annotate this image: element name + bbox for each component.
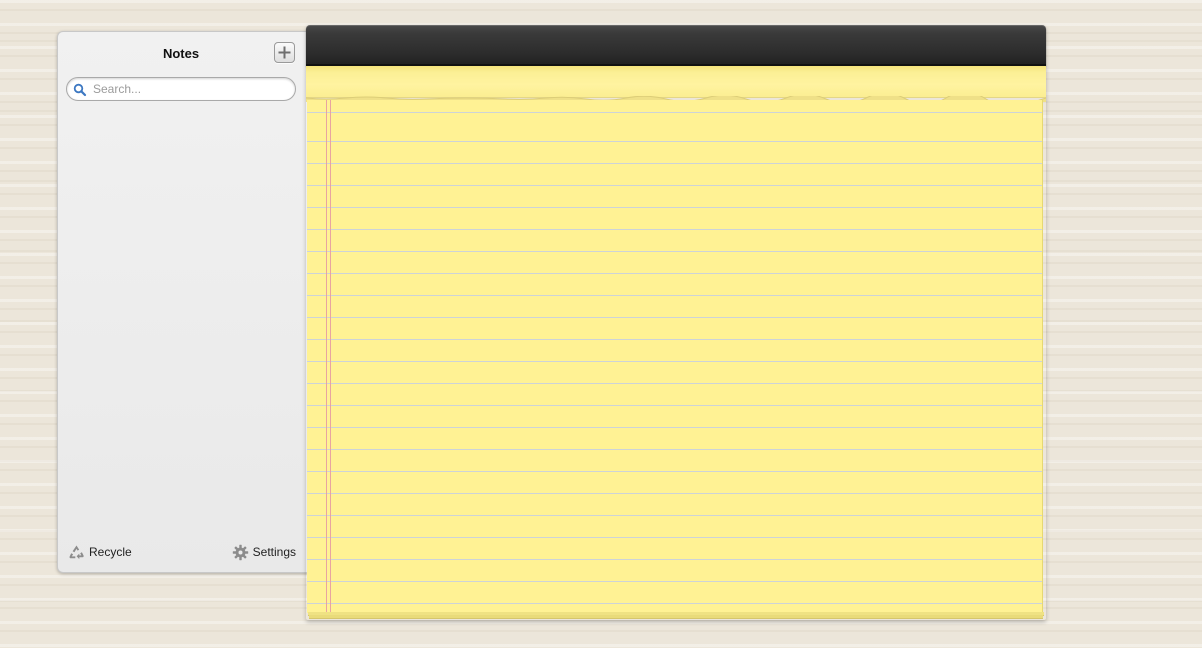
settings-button[interactable]: Settings — [232, 542, 296, 562]
note-page[interactable] — [307, 100, 1043, 613]
gear-icon — [232, 544, 248, 560]
recycle-icon — [69, 545, 84, 559]
note-editor[interactable] — [341, 122, 1030, 613]
recycle-label: Recycle — [89, 545, 132, 559]
plus-icon — [278, 46, 291, 59]
search-box[interactable] — [66, 77, 296, 101]
notepad — [306, 25, 1046, 620]
notepad-top-flap — [306, 66, 1046, 98]
note-list[interactable] — [58, 112, 308, 532]
sidebar-title: Notes — [162, 46, 200, 61]
notes-sidebar: Notes Recycle — [57, 31, 309, 573]
margin-line — [330, 100, 331, 613]
settings-label: Settings — [252, 545, 296, 559]
search-input[interactable] — [93, 80, 283, 98]
add-note-button[interactable] — [274, 42, 295, 63]
page-stack-edge — [309, 615, 1043, 619]
recycle-button[interactable]: Recycle — [68, 542, 132, 562]
margin-line — [326, 100, 327, 613]
notepad-binding — [306, 25, 1046, 66]
search-icon — [73, 83, 87, 97]
